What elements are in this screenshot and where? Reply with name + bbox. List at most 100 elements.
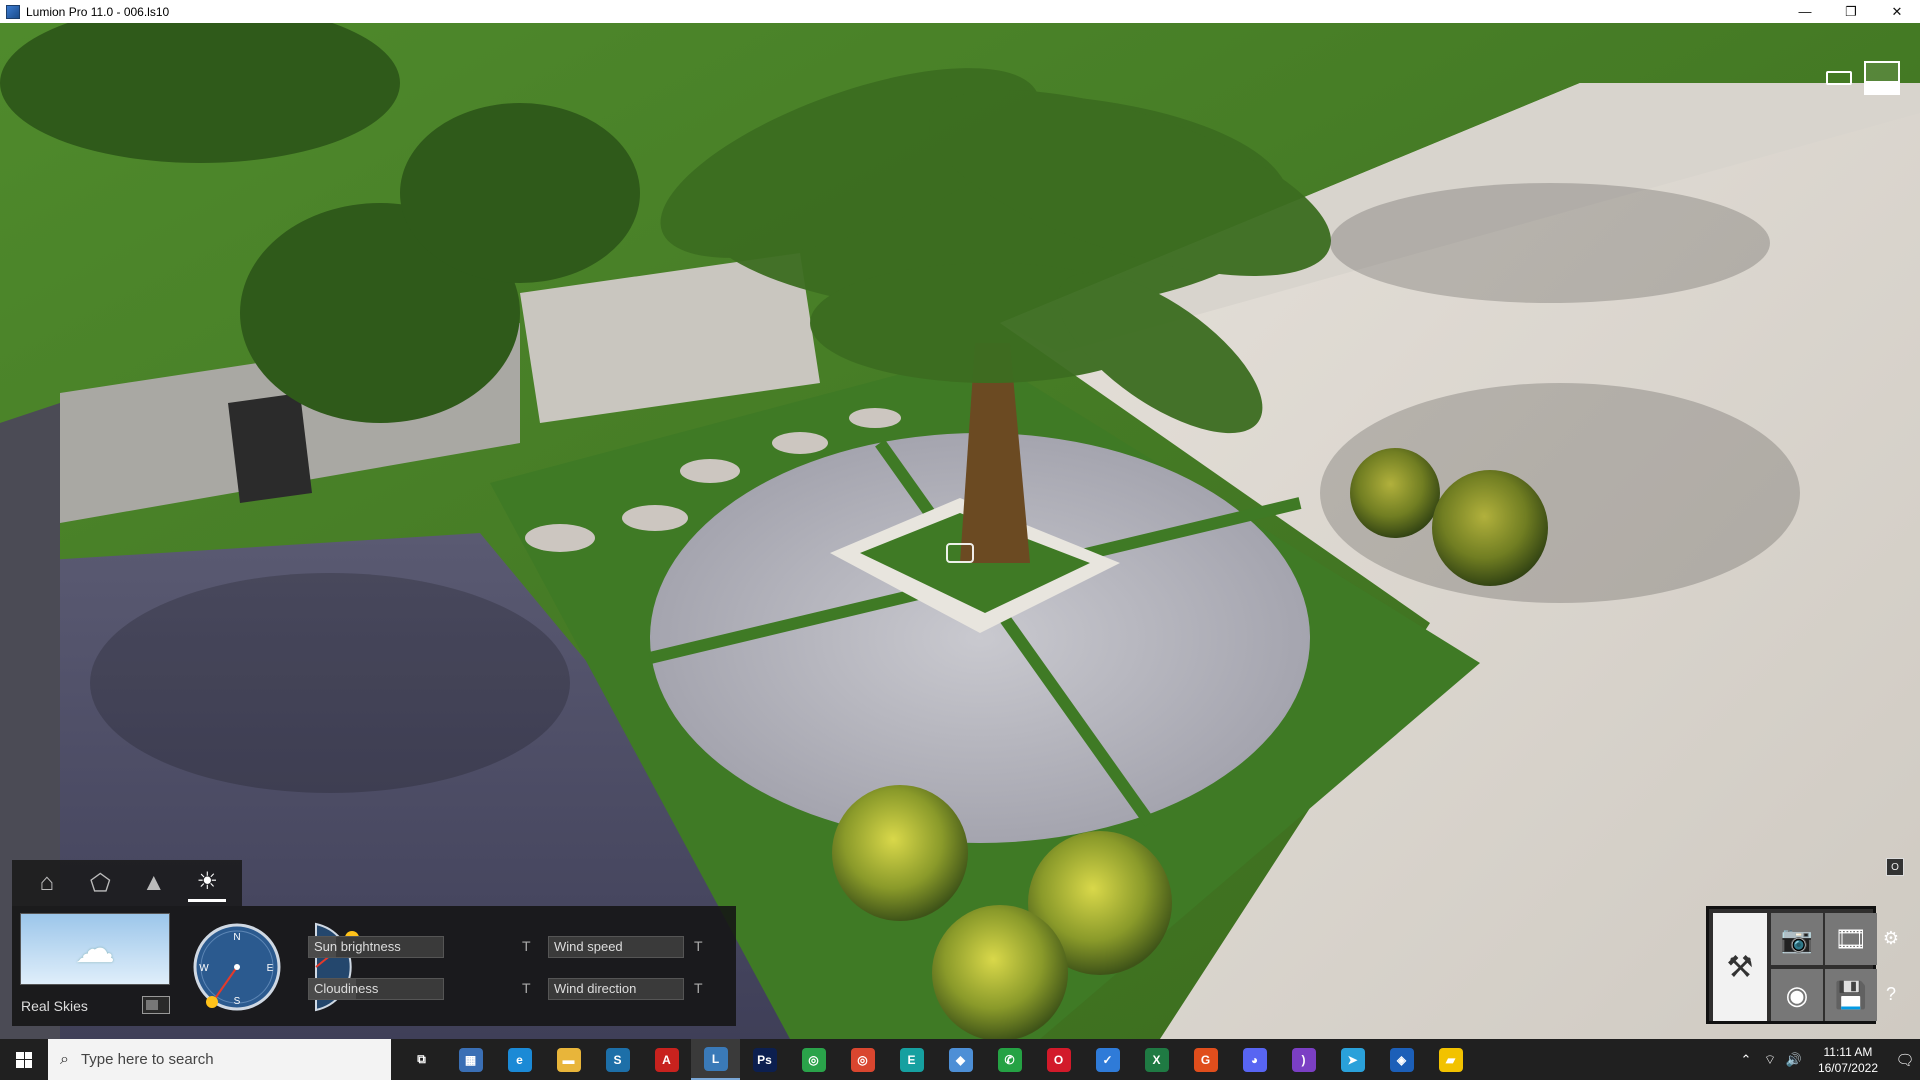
taskbar-app-opera[interactable]: O: [1034, 1039, 1083, 1080]
focus-crosshair-icon: [946, 543, 974, 563]
landscape-icon[interactable]: ▲: [135, 864, 173, 902]
camera-view-icon[interactable]: [1826, 71, 1852, 85]
sun-direction-compass[interactable]: N S E W: [192, 922, 282, 1012]
photoshop-icon: Ps: [752, 1047, 777, 1072]
taskbar-app-photoshop[interactable]: Ps: [740, 1039, 789, 1080]
sun-brightness-slider[interactable]: Sun brightness: [308, 936, 444, 958]
volume-icon[interactable]: 🔊: [1782, 1052, 1806, 1068]
screen-preview-icon[interactable]: [1864, 61, 1900, 95]
cloud-icon: ☁: [75, 927, 115, 971]
wind-speed-type-button[interactable]: T: [694, 938, 703, 954]
window-title: Lumion Pro 11.0 - 006.ls10: [26, 4, 170, 19]
show-hidden-icons-icon[interactable]: ⌃: [1734, 1052, 1758, 1068]
taskbar-search[interactable]: ⌕ Type here to search: [48, 1039, 391, 1080]
taskbar-app-enscape[interactable]: E: [887, 1039, 936, 1080]
wind-direction-slider[interactable]: Wind direction: [548, 978, 684, 1000]
sky-preview[interactable]: ☁: [20, 913, 170, 985]
network-icon[interactable]: ⌔: [1758, 1052, 1782, 1068]
edge-icon: e: [507, 1047, 532, 1072]
close-button[interactable]: ✕: [1874, 0, 1920, 23]
taskbar-app-whatsapp[interactable]: ✆: [985, 1039, 1034, 1080]
cloudiness-slider[interactable]: Cloudiness: [308, 978, 444, 1000]
grammarly-icon: G: [1193, 1047, 1218, 1072]
settings-icon[interactable]: ⚙: [1880, 928, 1902, 949]
restore-button[interactable]: ❐: [1828, 0, 1874, 23]
movie-mode-button[interactable]: 🎞: [1825, 913, 1877, 965]
sketchup-icon: S: [605, 1047, 630, 1072]
compass-n: N: [233, 932, 240, 943]
taskbar-app-grammarly[interactable]: G: [1181, 1039, 1230, 1080]
save-button[interactable]: 💾: [1825, 969, 1877, 1021]
start-button[interactable]: [0, 1039, 48, 1080]
top-right-view-icons: [1826, 61, 1900, 95]
notification-icon[interactable]: 🗨: [1890, 1051, 1920, 1069]
clock-date: 16/07/2022: [1817, 1060, 1878, 1075]
taskbar-app-calculator[interactable]: ▦: [446, 1039, 495, 1080]
taskbar-app-excel[interactable]: X: [1132, 1039, 1181, 1080]
taskbar-app-telegram[interactable]: ➤: [1328, 1039, 1377, 1080]
material-icon[interactable]: ⬠: [81, 864, 119, 902]
windows-taskbar: ⌕ Type here to search ⧉ ▦ e ▬ S A L Ps ◎ ◎ E ◆ ✆ O ✓ X G…: [0, 1039, 1920, 1080]
taskbar-app-todo[interactable]: ✓: [1083, 1039, 1132, 1080]
windows-logo-icon: [16, 1051, 32, 1068]
taskbar-app-lumion[interactable]: L: [691, 1039, 740, 1080]
build-mode-button[interactable]: ⚒: [1713, 913, 1767, 1021]
search-icon: ⌕: [60, 1050, 69, 1068]
panorama-icon: ◉: [1785, 979, 1809, 1010]
weather-icon[interactable]: ☀: [188, 864, 227, 902]
taskbar-app-task-view[interactable]: ⧉: [397, 1039, 446, 1080]
cloudiness-label: Cloudiness: [314, 981, 379, 996]
pinned-apps: ⧉ ▦ e ▬ S A L Ps ◎ ◎ E ◆ ✆ O ✓ X G ◕) ➤ ◈ ▰: [397, 1039, 1475, 1080]
cloudiness-type-button[interactable]: T: [522, 980, 531, 996]
acrobat-icon: A: [654, 1047, 679, 1072]
opera-icon: O: [1046, 1047, 1071, 1072]
camera-icon: 📷: [1780, 923, 1814, 954]
taskbar-app-acrobat[interactable]: A: [642, 1039, 691, 1080]
podcast-icon: ): [1291, 1047, 1316, 1072]
help-icon[interactable]: ?: [1880, 984, 1902, 1005]
taskbar-app-sketchup[interactable]: S: [593, 1039, 642, 1080]
discord-icon: ◕: [1242, 1047, 1267, 1072]
compass-e: E: [267, 963, 274, 974]
wind-direction-type-button[interactable]: T: [694, 980, 703, 996]
taskbar-app-cube-app[interactable]: ◈: [1377, 1039, 1426, 1080]
scene-viewport[interactable]: O: [0, 23, 1920, 1039]
photo-mode-button[interactable]: 📷: [1771, 913, 1823, 965]
enscape-icon: E: [899, 1047, 924, 1072]
real-skies-label: Real Skies: [21, 998, 88, 1014]
sticky-app-icon: ◆: [948, 1047, 973, 1072]
minimize-button[interactable]: —: [1782, 0, 1828, 23]
wind-direction-label: Wind direction: [554, 981, 637, 996]
wind-speed-slider[interactable]: Wind speed: [548, 936, 684, 958]
sun-brightness-label: Sun brightness: [314, 939, 401, 954]
excel-icon: X: [1144, 1047, 1169, 1072]
taskbar-app-podcast[interactable]: ): [1279, 1039, 1328, 1080]
taskbar-app-sticky-notes[interactable]: ▰: [1426, 1039, 1475, 1080]
corner-toggle-button[interactable]: O: [1886, 858, 1904, 876]
file-explorer-icon: ▬: [556, 1047, 581, 1072]
taskbar-app-file-explorer[interactable]: ▬: [544, 1039, 593, 1080]
taskbar-app-chrome[interactable]: ◎: [838, 1039, 887, 1080]
chrome-profile-icon: ◎: [801, 1047, 826, 1072]
home-icon[interactable]: ⌂: [28, 864, 66, 902]
chrome-icon: ◎: [850, 1047, 875, 1072]
taskbar-app-chrome-profile[interactable]: ◎: [789, 1039, 838, 1080]
todo-icon: ✓: [1095, 1047, 1120, 1072]
lumion-app-icon: [6, 4, 20, 19]
lumion-icon: L: [703, 1046, 728, 1071]
mode-tabs: ⌂ ⬠ ▲ ☀: [12, 860, 242, 906]
landscape-scene: [0, 23, 1920, 1039]
title-bar: Lumion Pro 11.0 - 006.ls10 — ❐ ✕: [0, 0, 1920, 23]
taskbar-app-edge[interactable]: e: [495, 1039, 544, 1080]
clock[interactable]: 11:11 AM 16/07/2022: [1818, 1044, 1878, 1076]
taskbar-app-discord[interactable]: ◕: [1230, 1039, 1279, 1080]
compass-s: S: [234, 996, 241, 1007]
panorama-mode-button[interactable]: ◉: [1771, 969, 1823, 1021]
real-skies-toggle[interactable]: [142, 996, 170, 1014]
weather-panel: ☁ Real Skies N S E W Sun brightness T Cl…: [12, 906, 736, 1026]
sun-brightness-type-button[interactable]: T: [522, 938, 531, 954]
whatsapp-icon: ✆: [997, 1047, 1022, 1072]
system-tray: ⌃ ⌔ 🔊 11:11 AM 16/07/2022 🗨: [1734, 1039, 1920, 1080]
taskbar-app-sticky-app[interactable]: ◆: [936, 1039, 985, 1080]
mode-toolbar: ⚒ 📷 🎞 ◉ 💾: [1706, 906, 1877, 1024]
